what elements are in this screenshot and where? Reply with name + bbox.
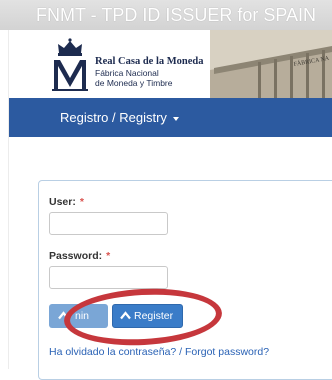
password-label-text: Password: <box>49 250 103 262</box>
caret-down-icon <box>172 116 179 121</box>
forgot-password-link[interactable]: Ha olvidado la contraseña? / Forgot pass… <box>49 346 269 358</box>
login-button-label: nin <box>75 310 90 322</box>
building-photo: FÁBRICA NA <box>210 30 332 98</box>
password-input[interactable] <box>49 266 168 289</box>
page-left-edge <box>0 30 9 369</box>
user-label-text: User: <box>49 196 76 208</box>
registry-menu[interactable]: Registro / Registry <box>60 98 179 137</box>
login-button[interactable]: nin <box>49 304 108 328</box>
window-title-bar: FNMT - TPD ID ISSUER for SPAIN <box>0 0 332 30</box>
user-label: User: * <box>49 196 84 208</box>
brand-header: Real Casa de la Moneda Fábrica Nacional … <box>9 30 332 98</box>
registry-menu-label: Registro / Registry <box>60 110 167 125</box>
chevron-up-icon <box>58 311 69 320</box>
chevron-up-icon <box>120 310 131 319</box>
user-input[interactable] <box>49 212 168 235</box>
window-title: FNMT - TPD ID ISSUER for SPAIN <box>36 5 317 25</box>
crowned-m-logo-icon[interactable] <box>49 36 91 92</box>
register-button-label: Register <box>134 310 174 322</box>
brand-text: Real Casa de la Moneda Fábrica Nacional … <box>95 56 204 88</box>
brand-name: Real Casa de la Moneda <box>95 56 204 67</box>
required-mark: * <box>79 196 84 208</box>
password-label: Password: * <box>49 250 110 262</box>
brand-subtitle-line2: de Moneda y Timbre <box>95 78 173 88</box>
required-mark: * <box>106 250 111 262</box>
register-button[interactable]: Register <box>112 304 183 328</box>
brand-subtitle-line1: Fábrica Nacional <box>95 68 159 78</box>
navbar: Registro / Registry <box>9 98 332 137</box>
